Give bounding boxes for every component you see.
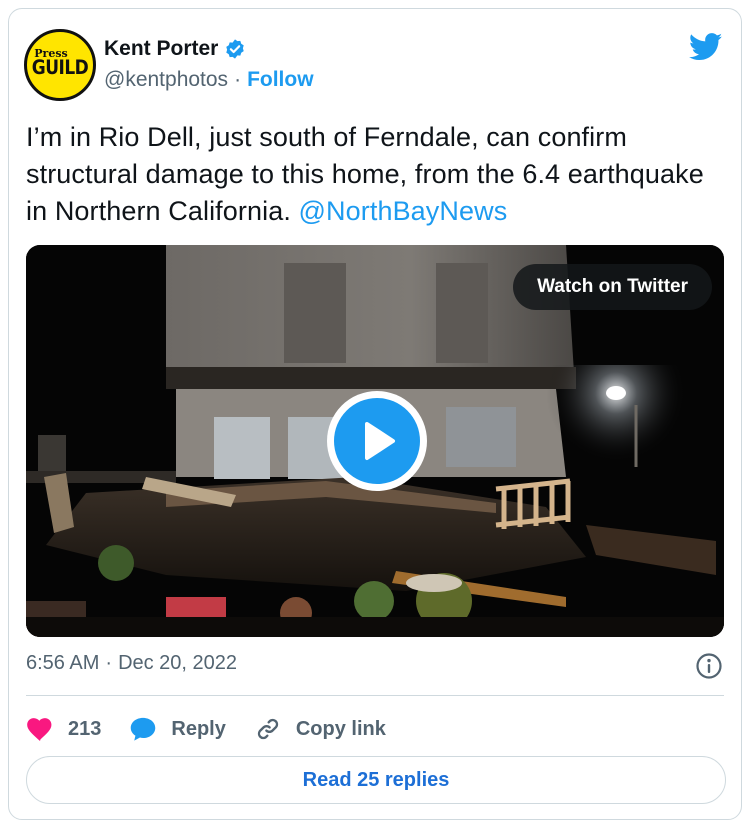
tweet-actions: 213 Reply Copy link: [26, 712, 414, 746]
reply-label: Reply: [171, 717, 226, 740]
avatar[interactable]: Press GUILD: [24, 29, 96, 101]
watch-on-twitter-button[interactable]: Watch on Twitter: [513, 264, 712, 310]
reply-bubble-icon: [131, 717, 156, 741]
info-icon[interactable]: [695, 652, 723, 680]
link-icon: [257, 718, 279, 740]
play-button-inner: [334, 398, 420, 484]
read-replies-button[interactable]: Read 25 replies: [26, 756, 726, 804]
verified-badge-icon: [226, 39, 245, 59]
tweet-text: I’m in Rio Dell, just south of Ferndale,…: [26, 119, 726, 230]
author-display-name[interactable]: Kent Porter: [104, 37, 218, 61]
video-thumbnail[interactable]: Watch on Twitter: [26, 245, 724, 637]
timestamp-separator: ·: [105, 652, 113, 674]
handle-separator: ·: [234, 68, 242, 91]
mention-link[interactable]: @NorthBayNews: [299, 196, 508, 226]
heart-icon: [27, 718, 52, 742]
like-count: 213: [68, 717, 102, 740]
tweet-date[interactable]: Dec 20, 2022: [118, 652, 237, 675]
follow-link[interactable]: Follow: [247, 68, 314, 92]
like-action[interactable]: 213: [26, 716, 101, 742]
author-name-row[interactable]: Kent Porter: [104, 37, 246, 61]
copy-link-label: Copy link: [295, 717, 386, 740]
twitter-bird-icon[interactable]: [689, 33, 723, 61]
author-handle[interactable]: @kentphotos: [104, 68, 228, 92]
copy-link-action[interactable]: Copy link: [254, 716, 386, 742]
tweet-timestamp[interactable]: 6:56 AM · Dec 20, 2022: [26, 652, 237, 675]
play-button[interactable]: [327, 391, 427, 491]
divider: [26, 695, 724, 696]
tweet-time[interactable]: 6:56 AM: [26, 652, 99, 675]
reply-action[interactable]: Reply: [129, 716, 226, 742]
play-icon: [365, 422, 395, 460]
author-handle-row: @kentphotos · Follow: [104, 68, 314, 92]
tweet-card: Press GUILD Kent Porter @kentphotos · Fo…: [8, 8, 742, 820]
avatar-guild-text: GUILD: [31, 56, 89, 79]
